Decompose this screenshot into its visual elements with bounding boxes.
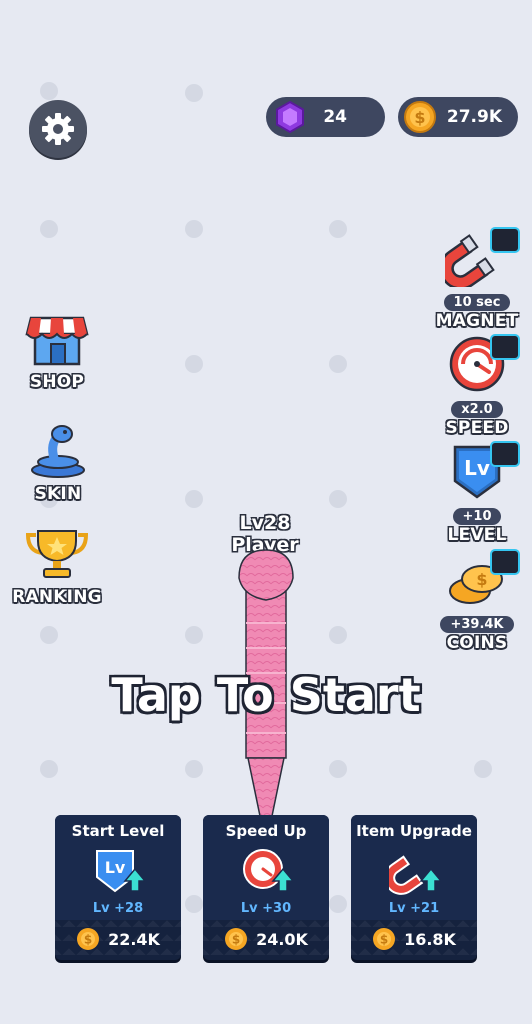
coin-icon: $ bbox=[373, 928, 396, 950]
magnet-upgrade-icon bbox=[389, 855, 441, 895]
svg-text:$: $ bbox=[232, 933, 240, 947]
svg-text:Lv: Lv bbox=[464, 456, 490, 480]
svg-text:$: $ bbox=[414, 108, 425, 127]
card-cost: 16.8K bbox=[404, 929, 456, 949]
video-ad-icon bbox=[490, 549, 520, 575]
tap-to-start[interactable]: Tap To Start bbox=[0, 668, 532, 722]
shop-icon bbox=[25, 316, 89, 366]
svg-text:$: $ bbox=[84, 933, 92, 947]
gem-counter[interactable]: 24 bbox=[266, 97, 385, 137]
speed-up-icon bbox=[243, 849, 293, 892]
level-label: LEVEL bbox=[447, 525, 507, 545]
trophy-icon bbox=[25, 530, 89, 578]
card-cost: 22.4K bbox=[108, 929, 160, 949]
coins-label: COINS bbox=[446, 633, 508, 653]
coin-icon: $ bbox=[77, 928, 100, 950]
video-ad-icon bbox=[490, 441, 520, 467]
speed-chip: x2.0 bbox=[451, 401, 503, 418]
ranking-button[interactable]: RANKING bbox=[6, 527, 108, 607]
level-bonus[interactable]: Lv +10 LEVEL bbox=[432, 441, 522, 545]
skin-label: SKIN bbox=[34, 484, 82, 504]
settings-button[interactable] bbox=[29, 100, 87, 158]
gear-icon bbox=[42, 113, 74, 145]
card-level: Lv +21 bbox=[388, 901, 440, 916]
svg-text:Lv: Lv bbox=[105, 858, 126, 877]
card-level: Lv +28 bbox=[92, 901, 144, 916]
card-title: Speed Up bbox=[225, 822, 307, 840]
card-title: Item Upgrade bbox=[356, 822, 472, 840]
shop-label: SHOP bbox=[29, 372, 85, 392]
level-up-icon: Lv bbox=[96, 850, 145, 893]
coins-chip: +39.4K bbox=[440, 616, 514, 633]
player-level: Lv28 bbox=[239, 512, 291, 534]
magnet-chip: 10 sec bbox=[443, 294, 511, 311]
video-ad-icon bbox=[490, 334, 520, 360]
speed-label: SPEED bbox=[445, 418, 509, 438]
upgrade-card-speed-up[interactable]: Speed Up Lv +30 $ 24.0K bbox=[203, 815, 329, 960]
coin-counter[interactable]: $ 27.9K bbox=[398, 97, 518, 137]
coin-icon: $ bbox=[225, 928, 248, 950]
coin-count: 27.9K bbox=[446, 107, 502, 127]
card-level: Lv +30 bbox=[240, 901, 292, 916]
ranking-label: RANKING bbox=[12, 587, 102, 607]
upgrade-card-item-upgrade[interactable]: Item Upgrade Lv +21 $ 16.8K bbox=[351, 815, 477, 960]
coin-icon: $ bbox=[404, 101, 436, 133]
gem-icon bbox=[276, 100, 304, 134]
svg-text:$: $ bbox=[476, 570, 487, 589]
video-ad-icon bbox=[490, 227, 520, 253]
speed-bonus[interactable]: x2.0 SPEED bbox=[432, 334, 522, 438]
skin-button[interactable]: SKIN bbox=[18, 422, 98, 504]
svg-text:$: $ bbox=[380, 933, 388, 947]
level-chip: +10 bbox=[452, 508, 502, 525]
card-title: Start Level bbox=[71, 822, 165, 840]
shop-button[interactable]: SHOP bbox=[18, 308, 96, 392]
upgrade-card-start-level[interactable]: Start Level Lv Lv +28 $ 22.4K bbox=[55, 815, 181, 960]
coins-bonus[interactable]: $ +39.4K COINS bbox=[432, 549, 522, 653]
gem-count: 24 bbox=[323, 107, 347, 127]
magnet-bonus[interactable]: 10 sec MAGNET bbox=[432, 227, 522, 331]
magnet-label: MAGNET bbox=[435, 311, 519, 331]
card-cost: 24.0K bbox=[256, 929, 308, 949]
snake-icon bbox=[31, 425, 85, 478]
